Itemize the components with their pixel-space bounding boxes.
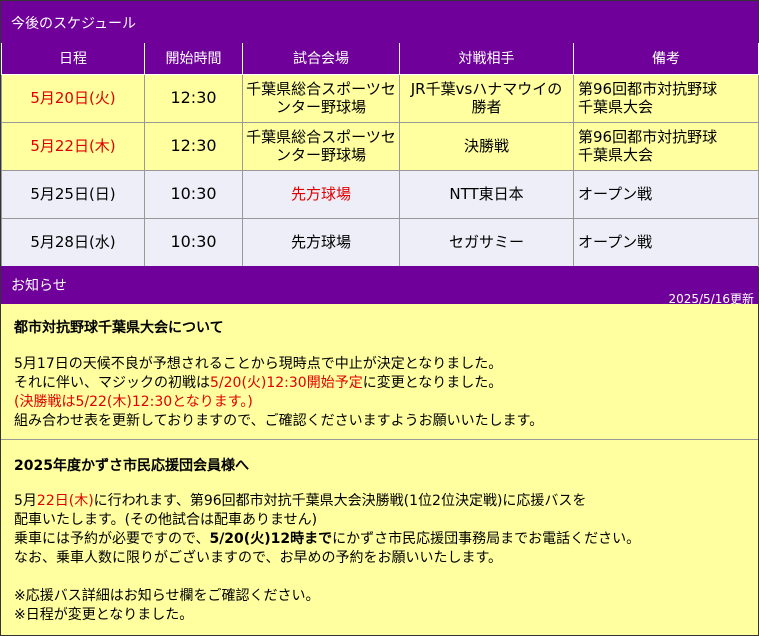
opponent-cell: NTT東日本 [399,169,574,219]
news-header: お知らせ 2025/5/16更新 [1,266,758,306]
notice-line: 乗車には予約が必要ですので、5/20(火)12時までにかずさ市民応援団事務局まで… [14,530,640,549]
opponent-line: JR千葉vsハナマウイの [410,80,563,98]
note-line: 千葉県大会 [578,146,654,164]
note-cell: 第96回都市対抗野球 千葉県大会 [573,121,759,171]
notice-title: 都市対抗野球千葉県大会について [14,320,224,336]
text-span: 5月 [14,493,37,509]
text-span: にかずさ市民応援団事務局までお電話ください。 [332,531,641,547]
notice-line: ※応援バス詳細はお知らせ欄をご確認ください。 [14,588,320,604]
venue-cell: 千葉県総合スポーツセ ンター野球場 [242,73,400,123]
notice-title: 2025年度かずさ市民応援団会員様へ [14,458,249,474]
note-cell: オープン戦 [573,169,759,219]
note-line: 第96回都市対抗野球 [578,80,718,98]
schedule-title: 今後のスケジュール [11,16,137,32]
text-span: それに伴い、マジックの初戦は [14,375,210,391]
date-cell: 5月28日(水) [1,217,145,267]
highlight-text: 22日(木) [36,493,94,509]
date-cell: 5月25日(日) [1,169,145,219]
text-span: に行われます、第96回都市対抗千葉県大会決勝戦(1位2位決定戦)に応援バスを [93,493,587,509]
date-cell: 5月22日(木) [1,121,145,171]
highlight-text: 決勝戦は5/22(木)12:30となります。 [19,394,248,410]
notice-tournament: 都市対抗野球千葉県大会について 5月17日の天候不良が予想されることから現時点で… [1,304,758,440]
venue-line: 千葉県総合スポーツセ [246,128,396,146]
table-row: 5月20日(火) 12:30 千葉県総合スポーツセ ンター野球場 JR千葉vsハナ… [1,73,759,123]
notice-line: 組み合わせ表を更新しておりますので、ご確認くださいますようお願いいたします。 [14,413,544,429]
bold-text: 5/20(火)12時まで [209,531,333,547]
time-cell: 12:30 [144,121,243,171]
venue-line: ンター野球場 [275,98,366,116]
note-cell: 第96回都市対抗野球 千葉県大会 [573,73,759,123]
venue-cell: 千葉県総合スポーツセ ンター野球場 [242,121,400,171]
notice-body: 5月22日(木)に行われます、第96回都市対抗千葉県大会決勝戦(1位2位決定戦)… [14,492,640,625]
col-header-note: 備考 [573,43,759,75]
notice-body: 5月17日の天候不良が予想されることから現時点で中止が決定となりました。 それに… [14,355,543,431]
note-line: 第96回都市対抗野球 [578,128,718,146]
notice-line: なお、乗車人数に限りがございますので、お早めの予約をお願いいたします。 [14,550,503,566]
opponent-cell: 決勝戦 [399,121,574,171]
notice-line: 5月17日の天候不良が予想されることから現時点で中止が決定となりました。 [14,356,503,372]
time-cell: 10:30 [144,217,243,267]
notice-line: ※日程が変更となりました。 [14,607,194,623]
notice-supporters: 2025年度かずさ市民応援団会員様へ 5月22日(木)に行われます、第96回都市… [1,441,758,635]
schedule-table: 日程 開始時間 試合会場 対戦相手 備考 5月20日(火) 12:30 千葉県総… [1,43,759,267]
time-cell: 12:30 [144,73,243,123]
venue-cell: 先方球場 [242,169,400,219]
col-header-date: 日程 [1,43,145,75]
highlight-text: 5/20(火)12:30開始予定 [210,375,363,391]
note-line: 千葉県大会 [578,98,654,116]
table-row: 5月22日(木) 12:30 千葉県総合スポーツセ ンター野球場 決勝戦 第96回… [1,121,759,171]
opponent-line: 勝者 [471,98,502,116]
text-span: 乗車には予約が必要ですので、 [14,531,210,547]
notice-spacer [14,568,640,587]
venue-line: ンター野球場 [275,146,366,164]
col-header-opponent: 対戦相手 [399,43,574,75]
notice-line: 5月22日(木)に行われます、第96回都市対抗千葉県大会決勝戦(1位2位決定戦)… [14,492,640,511]
notice-line: 配車いたします。(その他試合は配車ありません) [14,512,318,528]
col-header-venue: 試合会場 [242,43,400,75]
notice-line: それに伴い、マジックの初戦は5/20(火)12:30開始予定に変更となりました。 [14,374,543,393]
text-span: に変更となりました。 [362,375,503,391]
opponent-cell: JR千葉vsハナマウイの 勝者 [399,73,574,123]
date-cell: 5月20日(火) [1,73,145,123]
notice-line: (決勝戦は5/22(木)12:30となります。) [14,393,543,412]
opponent-cell: セガサミー [399,217,574,267]
table-row: 5月25日(日) 10:30 先方球場 NTT東日本 オープン戦 [1,169,759,219]
schedule-header: 今後のスケジュール [1,1,758,43]
col-header-time: 開始時間 [144,43,243,75]
table-row: 5月28日(水) 10:30 先方球場 セガサミー オープン戦 [1,217,759,267]
table-header-row: 日程 開始時間 試合会場 対戦相手 備考 [1,43,759,75]
text-span: ) [247,394,253,410]
note-cell: オープン戦 [573,217,759,267]
news-title: お知らせ [11,278,67,294]
time-cell: 10:30 [144,169,243,219]
venue-line: 千葉県総合スポーツセ [246,80,396,98]
venue-cell: 先方球場 [242,217,400,267]
